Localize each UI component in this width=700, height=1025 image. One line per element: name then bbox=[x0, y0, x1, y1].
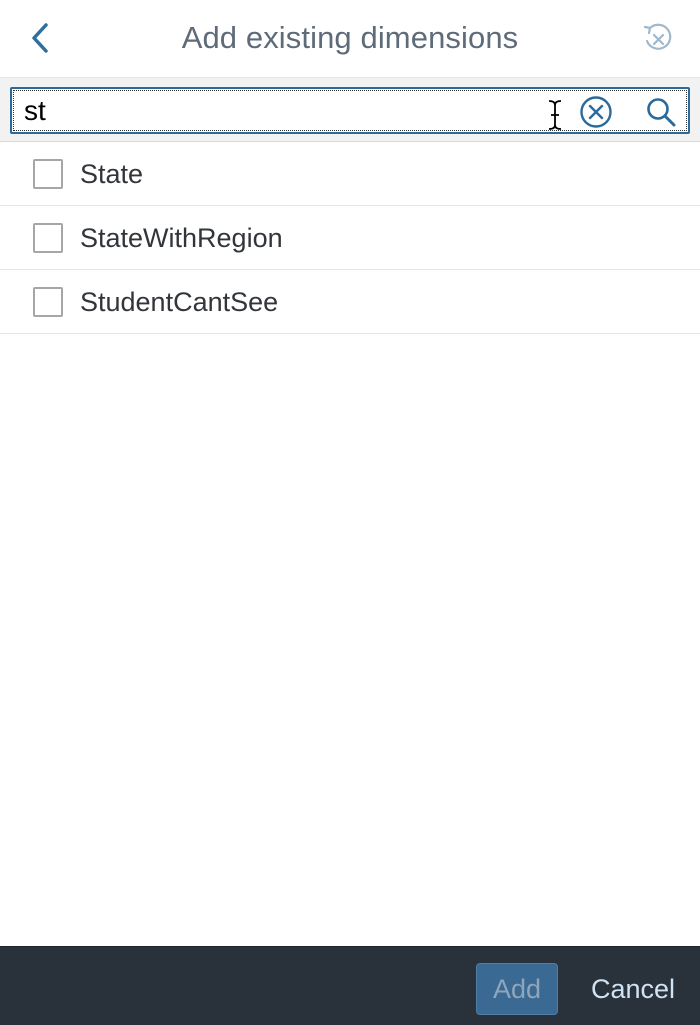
dimension-list: State StateWithRegion StudentCantSee bbox=[0, 142, 700, 334]
search-field[interactable] bbox=[10, 87, 690, 134]
search-button[interactable] bbox=[642, 93, 680, 131]
reset-button[interactable] bbox=[638, 18, 678, 58]
list-item[interactable]: StudentCantSee bbox=[0, 270, 700, 334]
add-dimensions-dialog: Add existing dimensions st State StateWi… bbox=[0, 0, 700, 1025]
cancel-button[interactable]: Cancel bbox=[580, 963, 686, 1015]
list-item[interactable]: StateWithRegion bbox=[0, 206, 700, 270]
search-input[interactable] bbox=[24, 95, 524, 127]
item-label: StudentCantSee bbox=[80, 287, 279, 317]
checkbox[interactable] bbox=[33, 159, 63, 189]
add-button[interactable]: Add bbox=[476, 963, 558, 1015]
reset-icon bbox=[643, 23, 672, 50]
checkbox[interactable] bbox=[33, 223, 63, 253]
search-bar bbox=[0, 77, 700, 142]
dialog-header: Add existing dimensions bbox=[0, 0, 700, 77]
item-label: StateWithRegion bbox=[80, 223, 283, 253]
dialog-footer: Add Cancel bbox=[0, 946, 700, 1025]
checkbox[interactable] bbox=[33, 287, 63, 317]
item-label: State bbox=[80, 159, 144, 189]
text-cursor-icon bbox=[548, 100, 562, 130]
search-icon bbox=[647, 98, 676, 127]
clear-icon bbox=[580, 96, 612, 128]
dialog-title: Add existing dimensions bbox=[181, 20, 519, 55]
list-item[interactable]: State bbox=[0, 142, 700, 206]
clear-search-button[interactable] bbox=[578, 94, 614, 130]
